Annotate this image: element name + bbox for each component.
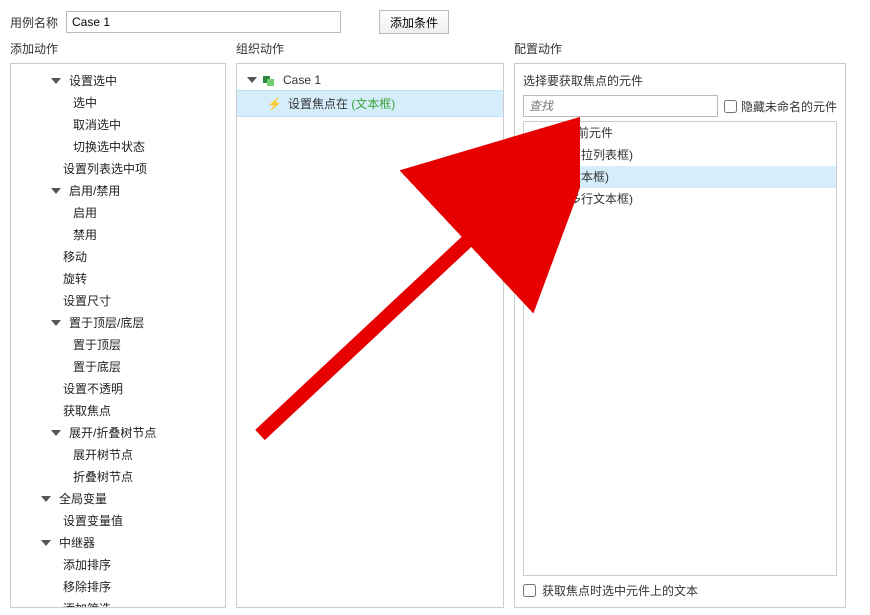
tree-item[interactable]: 设置不透明 (11, 378, 225, 400)
tree-label: 旋转 (63, 270, 87, 288)
tree-label: 全局变量 (59, 490, 107, 508)
case-node[interactable]: Case 1 (237, 70, 503, 90)
widget-checkbox[interactable] (546, 127, 559, 140)
tree-group-global-vars[interactable]: 全局变量 (11, 488, 225, 510)
tree-item[interactable]: 置于顶层 (11, 334, 225, 356)
configure-action-title: 配置动作 (514, 40, 846, 57)
tree-label: 展开树节点 (73, 446, 133, 464)
tree-label: 设置变量值 (63, 512, 123, 530)
widget-label: 当前元件 (565, 124, 613, 142)
case-name-input[interactable] (66, 11, 341, 33)
action-node-set-focus[interactable]: ⚡ 设置焦点在 (文本框) (237, 90, 503, 117)
widget-item-current[interactable]: 当前元件 (524, 122, 836, 144)
tree-item[interactable]: 切换选中状态 (11, 136, 225, 158)
tree-label: 设置尺寸 (63, 292, 111, 310)
tree-group-enable-disable[interactable]: 启用/禁用 (11, 180, 225, 202)
hide-unnamed-checkbox[interactable] (724, 100, 737, 113)
hide-unnamed-text: 隐藏未命名的元件 (741, 98, 837, 115)
select-text-on-focus-checkbox[interactable] (523, 584, 536, 597)
bolt-icon: ⚡ (267, 97, 282, 111)
tree-label: 置于顶层/底层 (69, 314, 144, 332)
tree-item[interactable]: 取消选中 (11, 114, 225, 136)
widget-label: (多行文本框) (565, 190, 633, 208)
tree-label: 移除排序 (63, 578, 111, 596)
widget-item-textbox[interactable]: (文本框) (524, 166, 836, 188)
action-label: 设置焦点在 (288, 97, 351, 111)
tree-label: 设置列表选中项 (63, 160, 147, 178)
tree-label: 切换选中状态 (73, 138, 145, 156)
triangle-down-icon (51, 430, 61, 436)
tree-label: 置于底层 (73, 358, 121, 376)
tree-item[interactable]: 添加排序 (11, 554, 225, 576)
triangle-down-icon (51, 320, 61, 326)
tree-item[interactable]: 展开树节点 (11, 444, 225, 466)
tree-label: 置于顶层 (73, 336, 121, 354)
case-name-label: 用例名称 (10, 14, 58, 31)
tree-label: 选中 (73, 94, 97, 112)
tree-label: 中继器 (59, 534, 95, 552)
tree-label: 添加排序 (63, 556, 111, 574)
tree-label: 获取焦点 (63, 402, 111, 420)
widget-search-input[interactable] (523, 95, 718, 117)
tree-label: 取消选中 (73, 116, 121, 134)
tree-item[interactable]: 置于底层 (11, 356, 225, 378)
tree-label: 设置选中 (69, 72, 117, 90)
tree-label: 添加筛选 (63, 600, 111, 607)
triangle-down-icon (51, 188, 61, 194)
tree-item[interactable]: 设置变量值 (11, 510, 225, 532)
tree-item[interactable]: 添加筛选 (11, 598, 225, 607)
tree-group-bring[interactable]: 置于顶层/底层 (11, 312, 225, 334)
tree-label: 启用 (73, 204, 97, 222)
tree-item[interactable]: 选中 (11, 92, 225, 114)
widget-list[interactable]: 当前元件 (下拉列表框) (文本框) (多行文本框) (523, 121, 837, 576)
action-target: (文本框) (351, 97, 395, 111)
case-name-text: Case 1 (283, 73, 321, 87)
select-focus-widget-title: 选择要获取焦点的元件 (523, 72, 837, 89)
tree-label: 移动 (63, 248, 87, 266)
tree-item[interactable]: 移除排序 (11, 576, 225, 598)
add-condition-button[interactable]: 添加条件 (379, 10, 449, 34)
tree-item[interactable]: 旋转 (11, 268, 225, 290)
tree-item[interactable]: 获取焦点 (11, 400, 225, 422)
tree-label: 折叠树节点 (73, 468, 133, 486)
tree-item[interactable]: 设置列表选中项 (11, 158, 225, 180)
widget-item-textarea[interactable]: (多行文本框) (524, 188, 836, 210)
tree-group-repeater[interactable]: 中继器 (11, 532, 225, 554)
triangle-down-icon (41, 540, 51, 546)
widget-label: (文本框) (565, 168, 609, 186)
add-action-title: 添加动作 (10, 40, 226, 57)
tree-item[interactable]: 折叠树节点 (11, 466, 225, 488)
tree-item[interactable]: 禁用 (11, 224, 225, 246)
select-text-on-focus-label: 获取焦点时选中元件上的文本 (542, 582, 698, 599)
tree-label: 启用/禁用 (69, 182, 120, 200)
tree-label: 禁用 (73, 226, 97, 244)
tree-label: 设置不透明 (63, 380, 123, 398)
widget-label: (下拉列表框) (565, 146, 633, 164)
tree-label: 展开/折叠树节点 (69, 424, 156, 442)
triangle-down-icon (51, 78, 61, 84)
tree-item[interactable]: 设置尺寸 (11, 290, 225, 312)
add-action-tree[interactable]: 设置选中 选中 取消选中 切换选中状态 设置列表选中项 启用/禁用 启用 禁用 … (11, 64, 225, 607)
tree-item[interactable]: 移动 (11, 246, 225, 268)
case-icon (263, 74, 277, 86)
tree-group-set-selected[interactable]: 设置选中 (11, 70, 225, 92)
widget-checkbox[interactable] (546, 193, 559, 206)
widget-item-droplist[interactable]: (下拉列表框) (524, 144, 836, 166)
triangle-down-icon (247, 77, 257, 83)
widget-checkbox[interactable] (546, 149, 559, 162)
organize-action-title: 组织动作 (236, 40, 504, 57)
widget-checkbox[interactable] (546, 171, 559, 184)
triangle-down-icon (41, 496, 51, 502)
hide-unnamed-checkbox-label[interactable]: 隐藏未命名的元件 (724, 98, 837, 115)
tree-item[interactable]: 启用 (11, 202, 225, 224)
tree-group-tree-expand[interactable]: 展开/折叠树节点 (11, 422, 225, 444)
